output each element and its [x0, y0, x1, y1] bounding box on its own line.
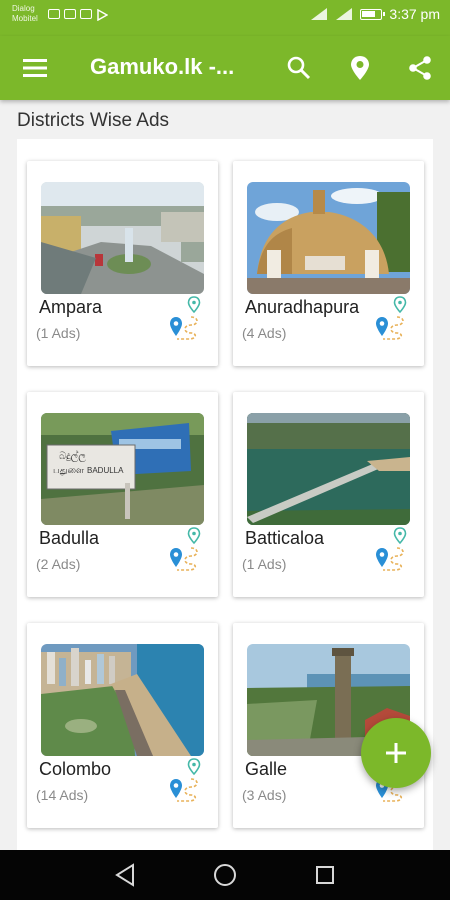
search-icon [287, 56, 311, 80]
district-name: Ampara [39, 297, 103, 317]
district-ad-count: (1 Ads) [242, 556, 287, 572]
district-photo-ampara [41, 182, 204, 294]
camera-icon [80, 9, 92, 19]
district-card-badulla[interactable]: බදුල්ල பதுளை BADULLA Badulla (2 Ads) [27, 392, 218, 597]
app-bar: Gamuko.lk -... [0, 36, 450, 100]
battery-icon [360, 8, 386, 20]
system-nav-bar [0, 850, 450, 900]
district-ad-count: (1 Ads) [36, 325, 81, 341]
route-pins-icon [170, 758, 201, 802]
home-circle-icon [214, 864, 236, 886]
sign-text-english: BADULLA [87, 466, 124, 475]
district-name: Colombo [39, 759, 112, 779]
add-ad-fab[interactable] [361, 718, 431, 788]
route-pins-icon [376, 296, 407, 340]
notification-icons [48, 9, 108, 21]
district-photo-colombo [41, 644, 204, 756]
sign-text-sinhala: බදුල්ල [59, 449, 86, 462]
district-photo-batticaloa [247, 413, 410, 525]
app-title: Gamuko.lk -... [90, 54, 235, 79]
route-pins-icon [170, 296, 201, 340]
district-name: Batticaloa [245, 528, 325, 548]
location-pin-icon [351, 56, 369, 80]
signal-2-icon [336, 8, 353, 20]
recents-square-icon [316, 866, 334, 884]
location-button[interactable] [344, 52, 376, 84]
email-icon [64, 9, 76, 19]
status-time: 3:37 pm [389, 6, 440, 22]
status-bar: Dialog Mobitel 3:37 pm [0, 0, 450, 36]
district-card-colombo[interactable]: Colombo (14 Ads) [27, 623, 218, 828]
plus-icon [386, 743, 406, 763]
share-button[interactable] [404, 52, 436, 84]
route-pins-icon [376, 527, 407, 571]
play-icon [97, 9, 108, 21]
section-title: Districts Wise Ads [17, 110, 170, 131]
district-name: Badulla [39, 528, 100, 548]
route-pins-icon [170, 527, 201, 571]
message-icon [48, 9, 60, 19]
district-card-anuradhapura[interactable]: Anuradhapura (4 Ads) [233, 161, 424, 366]
back-button[interactable] [111, 862, 139, 888]
hamburger-icon [23, 59, 47, 77]
menu-button[interactable] [18, 54, 52, 82]
share-icon [409, 56, 431, 80]
district-ad-count: (14 Ads) [36, 787, 89, 803]
home-button[interactable] [211, 862, 239, 888]
district-ad-count: (4 Ads) [242, 325, 287, 341]
district-card-ampara[interactable]: Ampara (1 Ads) [27, 161, 218, 366]
search-button[interactable] [283, 52, 315, 84]
back-triangle-icon [115, 863, 134, 887]
district-name: Anuradhapura [245, 297, 360, 317]
signal-icon [311, 8, 328, 20]
sign-text-tamil: பதுளை [53, 466, 85, 476]
district-name: Galle [245, 759, 288, 779]
carrier-label: Dialog Mobitel [12, 4, 38, 24]
district-photo-anuradhapura [247, 182, 410, 294]
carrier-line-1: Dialog [12, 4, 35, 13]
district-photo-badulla: බදුල්ල பதுளை BADULLA [41, 413, 204, 525]
district-ad-count: (3 Ads) [242, 787, 287, 803]
district-card-batticaloa[interactable]: Batticaloa (1 Ads) [233, 392, 424, 597]
recents-button[interactable] [311, 862, 339, 888]
carrier-line-2: Mobitel [12, 14, 38, 23]
district-ad-count: (2 Ads) [36, 556, 81, 572]
